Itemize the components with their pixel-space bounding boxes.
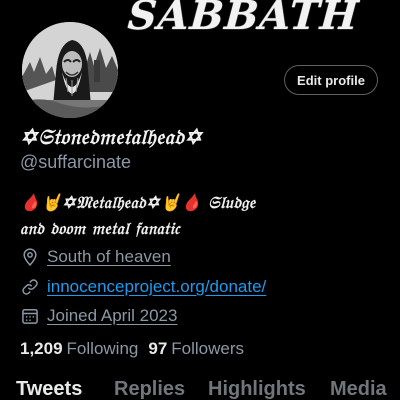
user-handle: @suffarcinate xyxy=(20,152,131,172)
followers-label[interactable]: Followers xyxy=(171,339,244,359)
followers-count[interactable]: 97 xyxy=(148,339,167,359)
avatar-image xyxy=(22,22,118,118)
tab-replies[interactable]: Replies xyxy=(114,378,185,400)
profile-bio: 🩸🤘✡𝔐𝔢𝔱𝔞𝔩𝔥𝔢𝔞𝔡✡🤘🩸 𝔖𝔩𝔲𝔡𝔤𝔢 𝔞𝔫𝔡 𝔡𝔬𝔬𝔪 𝔪𝔢𝔱𝔞𝔩 𝔣𝔞… xyxy=(20,190,390,242)
location-row: South of heaven xyxy=(20,246,171,268)
bio-line: 𝔞𝔫𝔡 𝔡𝔬𝔬𝔪 𝔪𝔢𝔱𝔞𝔩 𝔣𝔞𝔫𝔞𝔱𝔦𝔠 xyxy=(20,219,180,238)
profile-tabs: Tweets Replies Highlights Media xyxy=(0,374,400,400)
display-name: ✡𝔖𝔱𝔬𝔫𝔢𝔡𝔪𝔢𝔱𝔞𝔩𝔥𝔢𝔞𝔡✡ xyxy=(20,124,203,149)
location-pin-icon xyxy=(20,247,40,267)
profile-page: SABBATH Edit profile ✡𝔖𝔱𝔬𝔫𝔢𝔡𝔪𝔢𝔱𝔞𝔩𝔥𝔢𝔞𝔡✡ @… xyxy=(0,0,400,400)
joined-date: Joined April 2023 xyxy=(47,306,178,325)
banner-logo-text: SABBATH xyxy=(126,0,361,39)
following-label[interactable]: Following xyxy=(67,339,139,359)
tab-highlights[interactable]: Highlights xyxy=(208,378,306,400)
location-text: South of heaven xyxy=(47,247,171,266)
following-count[interactable]: 1,209 xyxy=(20,339,63,359)
link-icon xyxy=(20,277,40,297)
website-row: innocenceproject.org/donate/ xyxy=(20,276,266,298)
website-link[interactable]: innocenceproject.org/donate/ xyxy=(47,277,266,297)
tab-media[interactable]: Media xyxy=(330,378,387,400)
calendar-icon xyxy=(20,306,40,326)
avatar[interactable] xyxy=(18,18,122,122)
bio-line: 🩸🤘✡𝔐𝔢𝔱𝔞𝔩𝔥𝔢𝔞𝔡✡🤘🩸 𝔖𝔩𝔲𝔡𝔤𝔢 xyxy=(20,193,256,212)
tab-tweets[interactable]: Tweets xyxy=(16,378,82,400)
joined-row: Joined April 2023 xyxy=(20,305,177,327)
edit-profile-button[interactable]: Edit profile xyxy=(284,65,378,95)
follow-counts: 1,209 Following 97 Followers xyxy=(20,339,254,359)
